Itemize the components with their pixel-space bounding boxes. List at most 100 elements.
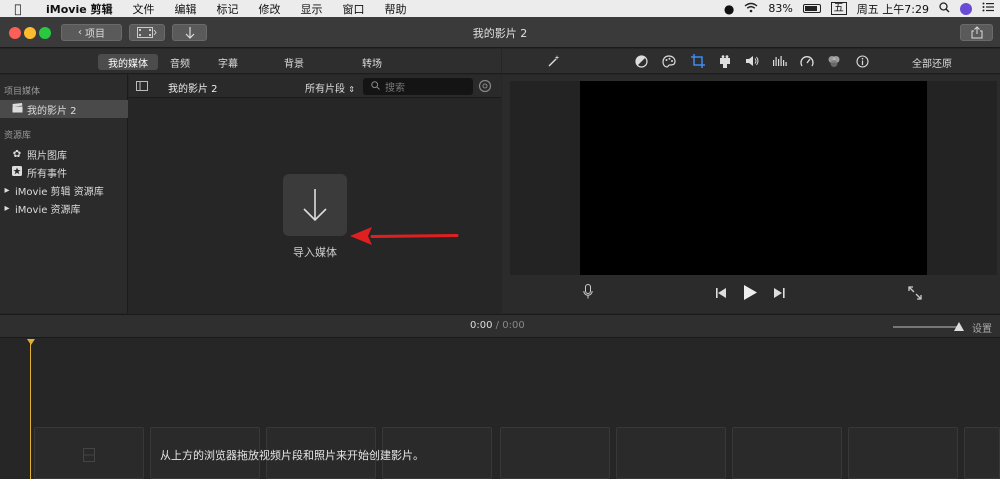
chevron-updown-icon: ⇕	[348, 85, 355, 94]
menu-window[interactable]: 窗口	[333, 1, 375, 17]
sidebar-item-imovie-clips-library[interactable]: ▸ iMovie 剪辑 资源库	[0, 181, 128, 199]
sidebar-item-label: iMovie 资源库	[15, 204, 81, 216]
menu-view[interactable]: 显示	[291, 1, 333, 17]
title-bar: ‹ 项目 我的影片 2	[0, 17, 1000, 48]
gear-icon[interactable]	[478, 79, 492, 96]
notification-center-icon[interactable]	[982, 2, 994, 15]
fullscreen-window-button[interactable]	[39, 27, 51, 39]
clip-placeholder	[848, 427, 958, 479]
skip-forward-icon[interactable]	[774, 287, 785, 302]
arrow-down-icon	[303, 189, 327, 222]
browser-header: 我的影片 2 所有片段 ⇕ 搜索	[129, 75, 501, 98]
window-title: 我的影片 2	[472, 27, 528, 40]
sidebar-item-my-movie-2[interactable]: 我的影片 2	[0, 100, 128, 118]
siri-icon[interactable]	[960, 2, 972, 15]
timeline-settings-button[interactable]: 设置	[972, 320, 992, 335]
search-icon	[371, 80, 380, 93]
close-window-button[interactable]	[9, 27, 21, 39]
search-input[interactable]: 搜索	[363, 78, 473, 95]
battery-icon[interactable]	[802, 4, 821, 13]
sidebar-section-libraries: 资源库	[4, 131, 32, 141]
menu-mark[interactable]: 标记	[207, 1, 249, 17]
menu-app[interactable]: iMovie 剪辑	[36, 1, 123, 17]
red-arrow-annotation	[350, 227, 459, 245]
wifi-icon[interactable]	[744, 2, 758, 16]
chevron-left-icon: ‹	[78, 27, 82, 38]
media-browser-toggle-button[interactable]	[129, 24, 165, 41]
tab-titles[interactable]: 字幕	[212, 54, 244, 70]
disclosure-triangle-icon[interactable]: ▸	[2, 203, 12, 214]
timecode-total: 0:00	[502, 320, 525, 331]
import-media-button[interactable]	[172, 24, 207, 41]
clip-placeholder	[616, 427, 726, 479]
clip-placeholder	[500, 427, 610, 479]
zoom-slider-knob[interactable]	[954, 322, 964, 331]
share-button[interactable]	[960, 24, 993, 41]
sidebar-item-label: 照片图库	[27, 150, 67, 162]
sidebar-item-photos-library[interactable]: ✿ 照片图库	[0, 145, 128, 163]
back-button-label: 项目	[85, 29, 105, 40]
disclosure-triangle-icon[interactable]: ▸	[2, 185, 12, 196]
search-placeholder: 搜索	[385, 83, 405, 94]
viewer-frame	[510, 81, 997, 275]
crop-icon[interactable]	[690, 53, 706, 69]
sidebar-item-label: 所有事件	[27, 168, 67, 180]
tab-backgrounds[interactable]: 背景	[278, 54, 310, 70]
menu-modify[interactable]: 修改	[249, 1, 291, 17]
timeline[interactable]: 从上方的浏览器拖放视频片段和照片来开始创建影片。	[0, 339, 1000, 479]
reset-all-button[interactable]: 全部还原	[912, 55, 952, 70]
clip-filter-icon[interactable]	[826, 53, 842, 69]
timecode-current: 0:00	[470, 320, 493, 331]
minimize-window-button[interactable]	[24, 27, 36, 39]
skip-back-icon[interactable]	[716, 287, 727, 302]
menu-help[interactable]: 帮助	[375, 1, 417, 17]
stabilization-camera-icon[interactable]	[717, 53, 733, 69]
playhead-handle[interactable]	[27, 339, 35, 345]
input-method-icon[interactable]: 五	[830, 2, 847, 15]
sidebar-item-label: 我的影片 2	[27, 105, 77, 117]
menu-file[interactable]: 文件	[123, 1, 165, 17]
browser-tab-bar: 我的媒体 音频 字幕 背景 转场	[0, 49, 501, 74]
fullscreen-expand-icon[interactable]	[908, 286, 922, 304]
sidebar-item-all-events[interactable]: 所有事件	[0, 163, 128, 181]
adjustments-toolbar: 全部还原	[502, 49, 1000, 74]
sidebar-item-label: iMovie 剪辑 资源库	[15, 186, 104, 198]
battery-percent: 83%	[768, 2, 793, 15]
play-icon[interactable]	[743, 285, 757, 304]
arrow-down-icon	[185, 26, 194, 39]
clip-filter-select[interactable]: 所有片段 ⇕	[305, 80, 355, 95]
sidebar-item-imovie-library[interactable]: ▸ iMovie 资源库	[0, 199, 128, 217]
clapperboard-icon	[10, 102, 24, 116]
info-icon[interactable]	[854, 53, 870, 69]
tab-my-media[interactable]: 我的媒体	[98, 54, 158, 70]
tab-audio[interactable]: 音频	[164, 54, 196, 70]
timeline-empty-hint: 从上方的浏览器拖放视频片段和照片来开始创建影片。	[160, 449, 424, 462]
menu-edit[interactable]: 编辑	[165, 1, 207, 17]
clip-filter-value: 所有片段	[305, 84, 345, 95]
color-balance-icon[interactable]	[633, 53, 649, 69]
clip-placeholder	[34, 427, 144, 479]
back-to-projects-button[interactable]: ‹ 项目	[61, 24, 122, 41]
playhead[interactable]	[30, 339, 31, 479]
share-icon	[971, 26, 982, 39]
import-media-tile[interactable]	[283, 174, 347, 236]
menu-bar:  iMovie 剪辑 文件 编辑 标记 修改 显示 窗口 帮助 ● 83% 五…	[0, 0, 1000, 17]
noise-reduction-eq-icon[interactable]	[771, 53, 787, 69]
spotlight-icon[interactable]	[939, 1, 950, 16]
timeline-zoom-slider[interactable]	[893, 326, 959, 328]
qq-icon[interactable]: ●	[724, 2, 734, 16]
color-correction-palette-icon[interactable]	[661, 53, 677, 69]
video-preview[interactable]	[580, 81, 927, 275]
timecode-separator: /	[495, 320, 500, 331]
film-strip-icon	[137, 27, 157, 38]
speed-gauge-icon[interactable]	[799, 53, 815, 69]
microphone-icon[interactable]	[583, 284, 593, 303]
volume-icon[interactable]	[744, 53, 760, 69]
tab-transitions[interactable]: 转场	[356, 54, 388, 70]
sidebar-toggle-icon[interactable]	[136, 81, 148, 94]
magic-wand-icon[interactable]	[546, 53, 562, 69]
sidebar-section-project-media: 项目媒体	[4, 87, 41, 97]
viewer-panel	[502, 75, 1000, 313]
clock[interactable]: 周五 上午7:29	[857, 1, 929, 17]
apple-icon[interactable]: 	[0, 2, 36, 16]
